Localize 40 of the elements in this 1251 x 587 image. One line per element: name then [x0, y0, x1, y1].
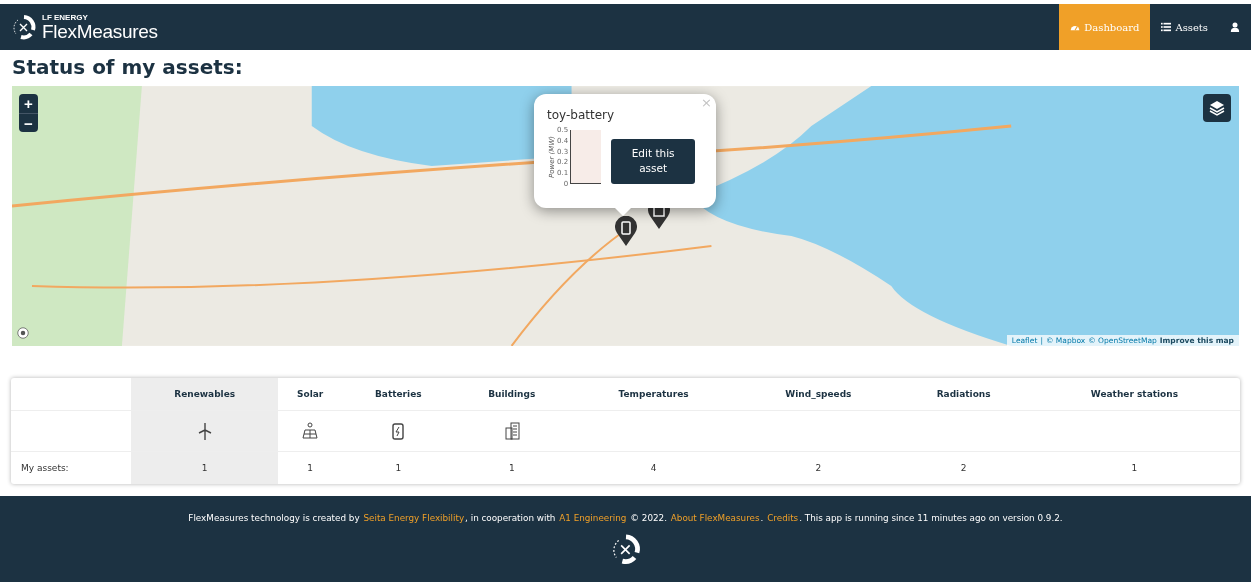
column-header: Radiations	[898, 378, 1029, 411]
table-cell: 1	[454, 451, 569, 484]
table-cell: 2	[738, 451, 899, 484]
popup-title: toy-battery	[547, 108, 616, 122]
layers-button[interactable]	[1203, 94, 1231, 122]
brand-tagline: LF ENERGY	[42, 13, 89, 22]
table-cell: 1	[341, 451, 455, 484]
footer-link[interactable]: About FlexMeasures	[669, 513, 761, 523]
wind-turbine-icon	[196, 422, 213, 440]
building-icon	[503, 422, 520, 440]
column-header: Renewables	[131, 378, 279, 411]
user-icon	[1230, 22, 1240, 32]
battery-icon	[390, 422, 407, 440]
edit-asset-button[interactable]: Edit this asset	[611, 138, 696, 184]
column-header: Buildings	[454, 378, 569, 411]
plot-area	[570, 130, 602, 184]
footer-text: FlexMeasures technology is created by Seita Energy Flexibility, in cooperation with A1 Engineering © 2022. About FlexMeasures. Credits. This app is running since 11 minutes ago on version 0.9.2.	[188, 513, 1063, 523]
battery-pin-icon[interactable]	[615, 216, 637, 246]
table-cell: 1	[131, 451, 279, 484]
column-header: Solar	[278, 378, 342, 411]
zoom-out-button[interactable]: −	[19, 113, 38, 132]
column-header: Weather stations	[1028, 378, 1240, 411]
table-cell: 4	[568, 451, 739, 484]
footer-link[interactable]: A1 Engineering	[558, 513, 628, 523]
page-title: Status of my assets:	[12, 54, 244, 81]
brand-name: FlexMeasures	[42, 21, 158, 41]
list-icon	[1161, 22, 1172, 32]
column-header: Wind_speeds	[738, 378, 899, 411]
column-header: Batteries	[341, 378, 455, 411]
table-cell: 2	[898, 451, 1029, 484]
table-cell: 1	[1028, 451, 1240, 484]
nav-link[interactable]: Assets	[1150, 4, 1219, 50]
row-label: My assets:	[11, 451, 131, 484]
table-cell: 1	[278, 451, 342, 484]
footer-link[interactable]: Credits	[766, 513, 800, 523]
brand-link[interactable]: LF ENERGY FlexMeasures	[10, 4, 158, 50]
layers-icon	[1209, 100, 1225, 116]
solar-panel-icon	[302, 422, 319, 440]
column-header: Temperatures	[568, 378, 739, 411]
zoom-in-button[interactable]: +	[19, 94, 38, 113]
